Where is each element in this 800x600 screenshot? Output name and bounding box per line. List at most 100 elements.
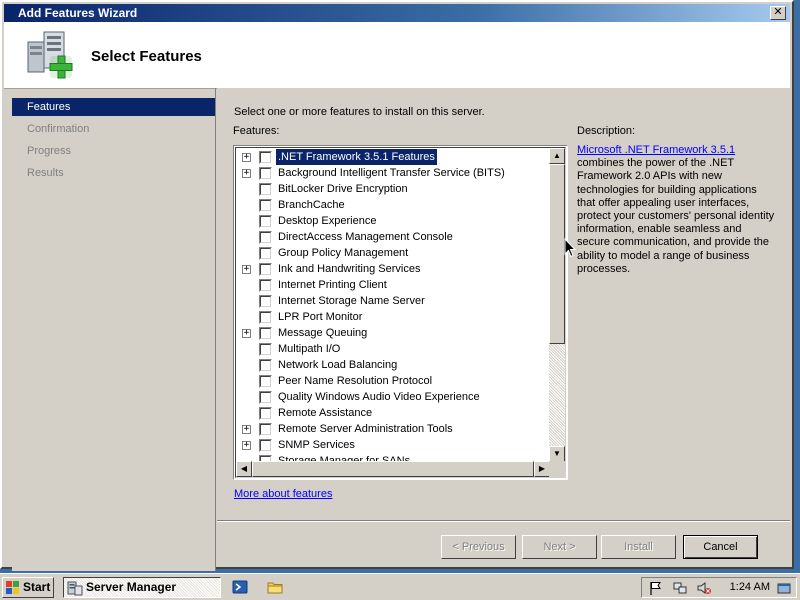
- close-icon: ✕: [773, 6, 783, 18]
- show-desktop-icon[interactable]: [776, 580, 792, 596]
- features-tree[interactable]: + .NET Framework 3.5.1 Features + Backgroun…: [233, 145, 568, 480]
- expand-icon[interactable]: +: [242, 441, 251, 450]
- scroll-right-button[interactable]: ▶: [534, 461, 550, 477]
- cancel-button[interactable]: Cancel: [683, 535, 758, 559]
- feature-checkbox[interactable]: [259, 167, 272, 180]
- feature-row[interactable]: Internet Storage Name Server: [236, 293, 550, 309]
- feature-row[interactable]: + Message Queuing: [236, 325, 550, 341]
- expand-icon[interactable]: +: [242, 425, 251, 434]
- step-progress[interactable]: Progress: [12, 140, 215, 162]
- previous-button[interactable]: < Previous: [441, 535, 516, 559]
- sidebar-divider: [215, 88, 216, 571]
- feature-row[interactable]: DirectAccess Management Console: [236, 229, 550, 245]
- feature-row[interactable]: + Remote Server Administration Tools: [236, 421, 550, 437]
- feature-checkbox[interactable]: [259, 407, 272, 420]
- feature-checkbox[interactable]: [259, 311, 272, 324]
- step-features[interactable]: Features: [12, 98, 215, 116]
- feature-label: BitLocker Drive Encryption: [278, 183, 408, 195]
- features-label: Features:: [233, 125, 280, 137]
- feature-label: SNMP Services: [278, 439, 355, 451]
- horizontal-scroll-thumb[interactable]: [252, 461, 534, 477]
- feature-checkbox[interactable]: [259, 391, 272, 404]
- folder-icon[interactable]: [267, 579, 283, 595]
- feature-row[interactable]: BitLocker Drive Encryption: [236, 181, 550, 197]
- feature-label: Remote Assistance: [278, 407, 373, 419]
- feature-label: Ink and Handwriting Services: [278, 263, 421, 275]
- volume-muted-icon[interactable]: [696, 580, 712, 596]
- feature-row[interactable]: Peer Name Resolution Protocol: [236, 373, 550, 389]
- wizard-header: Select Features: [4, 22, 790, 89]
- scroll-up-button[interactable]: ▲: [549, 148, 565, 164]
- description-link[interactable]: Microsoft .NET Framework 3.5.1: [577, 144, 735, 156]
- title-bar[interactable]: Add Features Wizard ✕: [4, 4, 790, 22]
- expand-icon[interactable]: +: [242, 169, 251, 178]
- feature-checkbox[interactable]: [259, 375, 272, 388]
- feature-row[interactable]: + Background Intelligent Transfer Service…: [236, 165, 550, 181]
- feature-row[interactable]: Network Load Balancing: [236, 357, 550, 373]
- expand-icon[interactable]: +: [242, 329, 251, 338]
- vertical-scrollbar[interactable]: ▲ ▼: [549, 148, 565, 462]
- wizard-window: Add Features Wizard ✕ Select Features Fe: [0, 0, 794, 571]
- feature-label: Peer Name Resolution Protocol: [278, 375, 433, 387]
- expand-icon[interactable]: +: [242, 153, 251, 162]
- feature-checkbox[interactable]: [259, 151, 272, 164]
- feature-checkbox[interactable]: [259, 343, 272, 356]
- feature-label: Desktop Experience: [278, 215, 377, 227]
- feature-checkbox[interactable]: [259, 199, 272, 212]
- feature-row[interactable]: Internet Printing Client: [236, 277, 550, 293]
- horizontal-scrollbar[interactable]: ◀ ▶: [236, 461, 550, 477]
- taskbar-item-label: Server Manager: [86, 580, 177, 594]
- install-button[interactable]: Install: [601, 535, 676, 559]
- feature-label: Network Load Balancing: [278, 359, 398, 371]
- start-button[interactable]: Start: [2, 577, 54, 598]
- feature-row[interactable]: Multipath I/O: [236, 341, 550, 357]
- feature-checkbox[interactable]: [259, 247, 272, 260]
- feature-row[interactable]: + Ink and Handwriting Services: [236, 261, 550, 277]
- description-label: Description:: [577, 125, 636, 137]
- feature-row[interactable]: Group Policy Management: [236, 245, 550, 261]
- feature-checkbox[interactable]: [259, 231, 272, 244]
- feature-row[interactable]: + .NET Framework 3.5.1 Features: [236, 149, 550, 166]
- windows-logo-icon: [6, 581, 19, 594]
- page-title: Select Features: [91, 48, 202, 65]
- feature-row[interactable]: + SNMP Services: [236, 437, 550, 453]
- feature-checkbox[interactable]: [259, 279, 272, 292]
- feature-checkbox[interactable]: [259, 183, 272, 196]
- system-tray: 1:24 AM: [641, 577, 797, 598]
- scroll-down-button[interactable]: ▼: [549, 446, 565, 462]
- powershell-icon[interactable]: [232, 579, 248, 595]
- feature-label: Remote Server Administration Tools: [278, 423, 453, 435]
- feature-checkbox[interactable]: [259, 423, 272, 436]
- taskbar: Start Server Manager 1:24 AM: [0, 573, 800, 600]
- mouse-cursor-icon: [564, 238, 576, 258]
- feature-checkbox[interactable]: [259, 359, 272, 372]
- feature-checkbox[interactable]: [259, 263, 272, 276]
- step-confirmation[interactable]: Confirmation: [12, 118, 215, 140]
- vertical-scroll-thumb[interactable]: [549, 164, 565, 344]
- scroll-left-button[interactable]: ◀: [236, 461, 252, 477]
- network-icon[interactable]: [672, 580, 688, 596]
- description-text: Microsoft .NET Framework 3.5.1 combines …: [577, 144, 777, 276]
- description-body: combines the power of the .NET Framework…: [577, 157, 775, 275]
- feature-checkbox[interactable]: [259, 327, 272, 340]
- flag-icon[interactable]: [648, 580, 664, 596]
- feature-label: Background Intelligent Transfer Service …: [278, 167, 505, 179]
- desktop: Add Features Wizard ✕ Select Features Fe: [0, 0, 800, 600]
- feature-checkbox[interactable]: [259, 439, 272, 452]
- next-button[interactable]: Next >: [522, 535, 597, 559]
- feature-checkbox[interactable]: [259, 295, 272, 308]
- feature-row[interactable]: LPR Port Monitor: [236, 309, 550, 325]
- more-about-features-link[interactable]: More about features: [234, 488, 332, 500]
- step-results[interactable]: Results: [12, 162, 215, 184]
- feature-row[interactable]: Desktop Experience: [236, 213, 550, 229]
- feature-label: Multipath I/O: [278, 343, 341, 355]
- feature-checkbox[interactable]: [259, 215, 272, 228]
- feature-label: Internet Printing Client: [278, 279, 387, 291]
- feature-row[interactable]: Remote Assistance: [236, 405, 550, 421]
- feature-row[interactable]: BranchCache: [236, 197, 550, 213]
- expand-icon[interactable]: +: [242, 265, 251, 274]
- clock[interactable]: 1:24 AM: [730, 581, 770, 593]
- taskbar-item-server-manager[interactable]: Server Manager: [63, 577, 221, 598]
- close-button[interactable]: ✕: [770, 6, 786, 20]
- feature-row[interactable]: Quality Windows Audio Video Experience: [236, 389, 550, 405]
